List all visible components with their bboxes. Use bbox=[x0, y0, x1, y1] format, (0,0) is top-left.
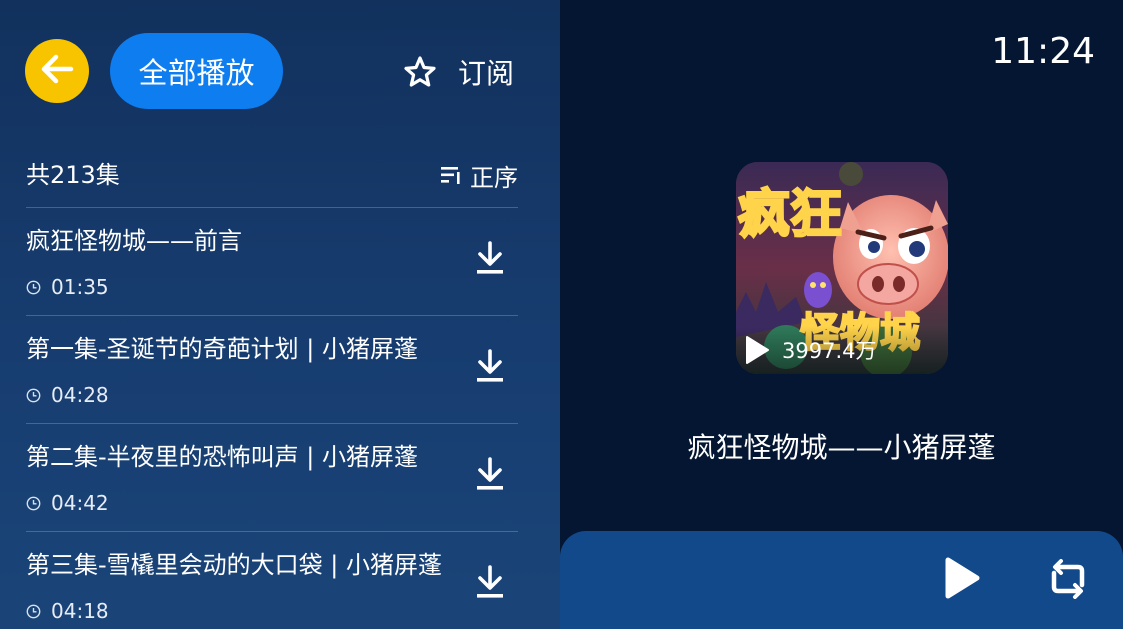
download-button[interactable] bbox=[474, 241, 506, 279]
episode-title: 疯狂怪物城——前言 bbox=[26, 227, 242, 255]
play-count-overlay: 3997.4万 bbox=[736, 326, 948, 374]
back-button[interactable] bbox=[25, 39, 89, 103]
episode-panel: 全部播放 订阅 共213集 正序 疯狂怪物城——前言 01:35 第一集-圣诞节… bbox=[0, 0, 560, 629]
subscribe-label: 订阅 bbox=[458, 57, 515, 90]
app-root: 全部播放 订阅 共213集 正序 疯狂怪物城——前言 01:35 第一集-圣诞节… bbox=[0, 0, 1123, 629]
download-button[interactable] bbox=[474, 565, 506, 603]
play-all-button[interactable]: 全部播放 bbox=[110, 33, 283, 109]
sort-button[interactable]: 正序 bbox=[440, 155, 518, 195]
play-all-label: 全部播放 bbox=[138, 56, 255, 90]
episode-list: 疯狂怪物城——前言 01:35 第一集-圣诞节的奇葩计划 | 小猪屏蓬 04:2… bbox=[26, 207, 518, 629]
download-icon bbox=[475, 349, 505, 387]
download-button[interactable] bbox=[474, 457, 506, 495]
cover-title-top: 疯狂 bbox=[738, 184, 842, 245]
duration-text: 01:35 bbox=[51, 275, 109, 299]
status-clock: 11:24 bbox=[991, 31, 1095, 72]
sort-label: 正序 bbox=[470, 163, 518, 192]
play-button[interactable] bbox=[940, 557, 984, 603]
duration-text: 04:18 bbox=[51, 599, 109, 623]
sort-list-icon bbox=[440, 164, 462, 186]
album-cover[interactable]: 疯狂 怪物城 3997.4万 bbox=[736, 162, 948, 374]
play-icon bbox=[943, 556, 981, 604]
star-outline-icon bbox=[402, 54, 438, 90]
download-icon bbox=[475, 241, 505, 279]
episode-duration: 04:18 bbox=[26, 598, 109, 624]
episode-item[interactable]: 疯狂怪物城——前言 01:35 bbox=[26, 207, 518, 315]
episode-title: 第三集-雪橇里会动的大口袋 | 小猪屏蓬 bbox=[26, 551, 443, 579]
album-title: 疯狂怪物城——小猪屏蓬 bbox=[687, 431, 996, 464]
clock-icon bbox=[26, 496, 41, 511]
download-icon bbox=[475, 457, 505, 495]
episode-item[interactable]: 第三集-雪橇里会动的大口袋 | 小猪屏蓬 04:18 bbox=[26, 531, 518, 629]
duration-text: 04:42 bbox=[51, 491, 109, 515]
now-playing-panel: 11:24 疯狂 3997.4万 疯狂怪物城——小猪屏蓬 bbox=[560, 0, 1123, 629]
loop-button[interactable] bbox=[1046, 559, 1090, 603]
clock-icon bbox=[26, 604, 41, 619]
player-bar bbox=[560, 531, 1123, 629]
list-header: 共213集 正序 bbox=[26, 155, 518, 195]
episode-item[interactable]: 第二集-半夜里的恐怖叫声 | 小猪屏蓬 04:42 bbox=[26, 423, 518, 531]
episode-duration: 04:42 bbox=[26, 490, 109, 516]
duration-text: 04:28 bbox=[51, 383, 109, 407]
clock-icon bbox=[26, 280, 41, 295]
arrow-left-icon bbox=[40, 54, 74, 88]
episode-item[interactable]: 第一集-圣诞节的奇葩计划 | 小猪屏蓬 04:28 bbox=[26, 315, 518, 423]
download-button[interactable] bbox=[474, 349, 506, 387]
clock-icon bbox=[26, 388, 41, 403]
play-count-icon bbox=[744, 335, 770, 365]
episode-duration: 04:28 bbox=[26, 382, 109, 408]
subscribe-button[interactable]: 订阅 bbox=[402, 50, 514, 94]
episode-title: 第二集-半夜里的恐怖叫声 | 小猪屏蓬 bbox=[26, 443, 419, 471]
episode-title: 第一集-圣诞节的奇葩计划 | 小猪屏蓬 bbox=[26, 335, 419, 363]
loop-icon bbox=[1048, 559, 1088, 603]
play-count: 3997.4万 bbox=[782, 339, 877, 363]
episode-count: 共213集 bbox=[26, 161, 120, 189]
download-icon bbox=[475, 565, 505, 603]
episode-duration: 01:35 bbox=[26, 274, 109, 300]
